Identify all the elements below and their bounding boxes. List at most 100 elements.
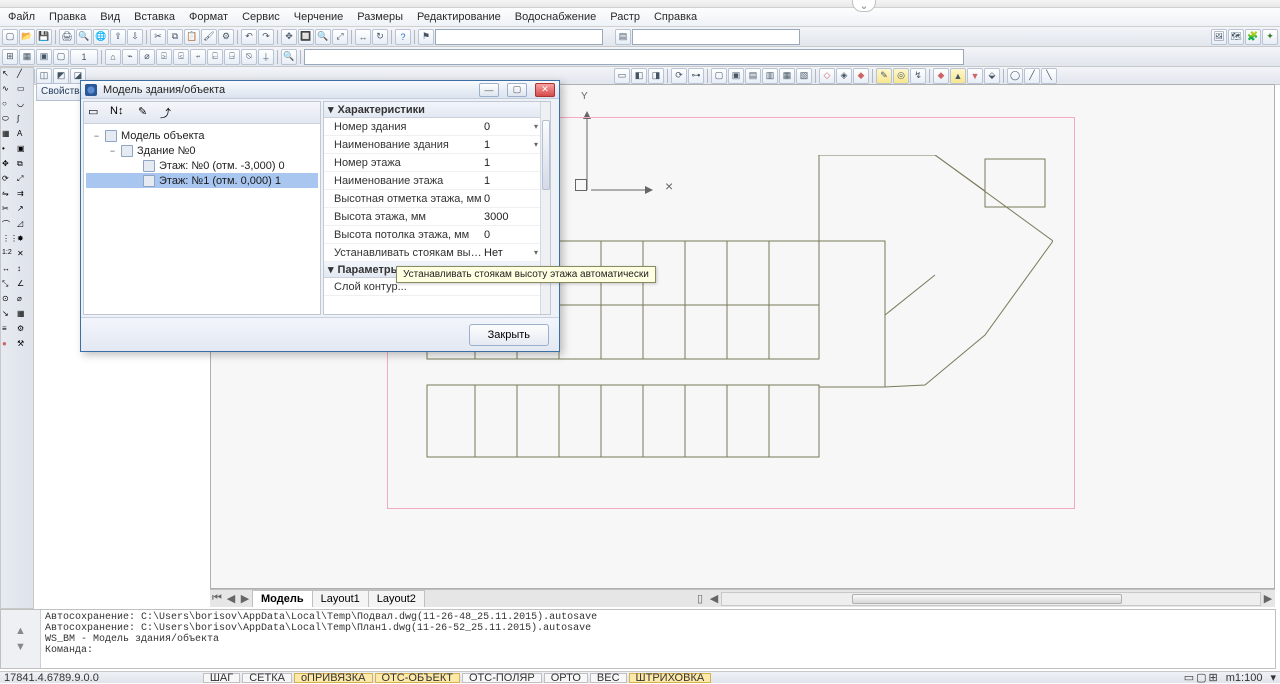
command-log[interactable]: Автосохранение: C:\Users\borisov\AppData… bbox=[41, 610, 1275, 668]
zoom-extents-icon[interactable]: ⤢ bbox=[332, 29, 348, 45]
scroll-right-icon[interactable]: ▶ bbox=[1261, 592, 1275, 606]
tab-model[interactable]: Модель bbox=[252, 590, 313, 607]
lt-extend-icon[interactable]: ↗ bbox=[17, 204, 31, 218]
grid-icon[interactable]: ▦ bbox=[19, 49, 35, 65]
mark2-icon[interactable]: ◎ bbox=[893, 68, 909, 84]
export-icon[interactable]: ⇪ bbox=[110, 29, 126, 45]
import-icon[interactable]: ⇩ bbox=[127, 29, 143, 45]
tree-tool4-icon[interactable]: ⤴ bbox=[160, 105, 176, 121]
tab-layout1[interactable]: Layout1 bbox=[312, 590, 369, 607]
lt-dim2-icon[interactable]: ↕ bbox=[17, 264, 31, 278]
menu-drawing[interactable]: Черчение bbox=[288, 9, 350, 25]
menu-format[interactable]: Формат bbox=[183, 9, 234, 25]
grp1-icon[interactable]: ▭ bbox=[614, 68, 630, 84]
lt-array-icon[interactable]: ⋮⋮ bbox=[2, 234, 16, 248]
log-down-icon[interactable]: ▼ bbox=[15, 641, 26, 653]
menu-watersupply[interactable]: Водоснабжение bbox=[509, 9, 602, 25]
sel1-icon[interactable]: ▢ bbox=[53, 49, 69, 65]
flag-icon[interactable]: ⚑ bbox=[418, 29, 434, 45]
collapse-icon[interactable]: − bbox=[92, 131, 101, 141]
menu-file[interactable]: Файл bbox=[2, 9, 41, 25]
collapse-icon[interactable]: ▾ bbox=[328, 263, 334, 276]
layer-search-input[interactable] bbox=[435, 29, 603, 45]
grp3-icon[interactable]: ◨ bbox=[648, 68, 664, 84]
help-icon[interactable]: ? bbox=[395, 29, 411, 45]
collapse-icon[interactable]: ▾ bbox=[328, 103, 334, 116]
menu-insert[interactable]: Вставка bbox=[128, 9, 181, 25]
sh2-icon[interactable]: ▲ bbox=[950, 68, 966, 84]
lt-pointer-icon[interactable]: ↖ bbox=[2, 69, 16, 83]
status-oprivyazka[interactable]: оПРИВЯЗКА bbox=[294, 673, 373, 683]
snap-icon[interactable]: ⊞ bbox=[2, 49, 18, 65]
sb-icon1[interactable]: ▭ bbox=[1184, 671, 1194, 684]
menu-editing[interactable]: Редактирование bbox=[411, 9, 507, 25]
box1-icon[interactable]: ▢ bbox=[711, 68, 727, 84]
status-ots-polar[interactable]: ОТС-ПОЛЯР bbox=[462, 673, 542, 683]
tree-root[interactable]: − Модель объекта bbox=[86, 128, 318, 143]
scroll-left-icon[interactable]: ◀ bbox=[707, 592, 721, 606]
mark1-icon[interactable]: ✎ bbox=[876, 68, 892, 84]
collapse-icon[interactable]: − bbox=[108, 146, 117, 156]
close-button[interactable]: ✕ bbox=[535, 83, 555, 97]
tab-next-icon[interactable]: ▶ bbox=[238, 592, 252, 606]
raster2-icon[interactable]: 🗺 bbox=[1228, 29, 1244, 45]
maximize-button[interactable]: ▢ bbox=[507, 83, 527, 97]
tree-floor-0[interactable]: Этаж: №0 (отм. -3,000) 0 bbox=[86, 158, 318, 173]
dia3-icon[interactable]: ◆ bbox=[853, 68, 869, 84]
lt-copy2-icon[interactable]: ⧉ bbox=[17, 159, 31, 173]
sb-icon3[interactable]: ⊞ bbox=[1209, 671, 1218, 684]
publish-icon[interactable]: 🌐 bbox=[93, 29, 109, 45]
lt-line-icon[interactable]: ╱ bbox=[17, 69, 31, 83]
layer-filter-icon[interactable]: ▤ bbox=[615, 29, 631, 45]
lt-move-icon[interactable]: ✥ bbox=[2, 159, 16, 173]
dia2-icon[interactable]: ◈ bbox=[836, 68, 852, 84]
raster-icon[interactable]: 🖼 bbox=[1211, 29, 1227, 45]
zoom2-icon[interactable]: 🔍 bbox=[281, 49, 297, 65]
hscroll-thumb[interactable] bbox=[852, 594, 1122, 604]
regen-icon[interactable]: ↻ bbox=[372, 29, 388, 45]
lt-dim4-icon[interactable]: ∠ bbox=[17, 279, 31, 293]
line2-icon[interactable]: ╲ bbox=[1041, 68, 1057, 84]
lt-leader-icon[interactable]: ↘ bbox=[2, 309, 16, 323]
redo-icon[interactable]: ↷ bbox=[258, 29, 274, 45]
menu-view[interactable]: Вид bbox=[94, 9, 126, 25]
prop-building-no[interactable]: Номер здания0▾ bbox=[324, 118, 550, 136]
lt-hatch-icon[interactable]: ▦ bbox=[2, 129, 16, 143]
lt-dim3-icon[interactable]: ⤡ bbox=[2, 279, 16, 293]
lt-point-icon[interactable]: • bbox=[2, 144, 16, 158]
status-shtrihovka[interactable]: ШТРИХОВКА bbox=[629, 673, 712, 683]
box2-icon[interactable]: ▣ bbox=[728, 68, 744, 84]
xref-icon[interactable]: ▣ bbox=[36, 49, 52, 65]
box3-icon[interactable]: ▤ bbox=[745, 68, 761, 84]
lt-erase-icon[interactable]: ✕ bbox=[17, 249, 31, 263]
lt-dim5-icon[interactable]: ⊙ bbox=[2, 294, 16, 308]
lt-mirror-icon[interactable]: ⇋ bbox=[2, 189, 16, 203]
menu-raster[interactable]: Растр bbox=[604, 9, 646, 25]
lt-circle-icon[interactable]: ○ bbox=[2, 99, 16, 113]
minimize-button[interactable]: — bbox=[479, 83, 499, 97]
menu-service[interactable]: Сервис bbox=[236, 9, 286, 25]
status-shag[interactable]: ШАГ bbox=[203, 673, 240, 683]
tree-tool1-icon[interactable]: ▭ bbox=[88, 105, 104, 121]
lt-tool-icon[interactable]: ⚒ bbox=[17, 339, 31, 353]
prop-floor-height[interactable]: Высота этажа, мм3000 bbox=[324, 208, 550, 226]
tree-floor-1[interactable]: Этаж: №1 (отм. 0,000) 1 bbox=[86, 173, 318, 188]
box5-icon[interactable]: ▦ bbox=[779, 68, 795, 84]
box4-icon[interactable]: ▥ bbox=[762, 68, 778, 84]
prop-floor-elev[interactable]: Высотная отметка этажа, мм0 bbox=[324, 190, 550, 208]
grp2-icon[interactable]: ◧ bbox=[631, 68, 647, 84]
tool-f-icon[interactable]: ⍆ bbox=[190, 49, 206, 65]
match-icon[interactable]: 🖌 bbox=[201, 29, 217, 45]
save-icon[interactable]: 💾 bbox=[36, 29, 52, 45]
lt-text-icon[interactable]: A bbox=[17, 129, 31, 143]
status-ves[interactable]: ВЕС bbox=[590, 673, 627, 683]
split-icon[interactable]: ▯ bbox=[693, 592, 707, 606]
tool-i-icon[interactable]: ⍉ bbox=[241, 49, 257, 65]
sh1-icon[interactable]: ◆ bbox=[933, 68, 949, 84]
lt-ellipse-icon[interactable]: ⬭ bbox=[2, 114, 16, 128]
linetype-input[interactable] bbox=[632, 29, 800, 45]
tree-tool2-icon[interactable]: N↕ bbox=[110, 105, 132, 121]
lt-props-icon[interactable]: ⚙ bbox=[17, 324, 31, 338]
lt-12-icon[interactable]: 1:2 bbox=[2, 249, 16, 263]
lt-dim6-icon[interactable]: ⌀ bbox=[17, 294, 31, 308]
